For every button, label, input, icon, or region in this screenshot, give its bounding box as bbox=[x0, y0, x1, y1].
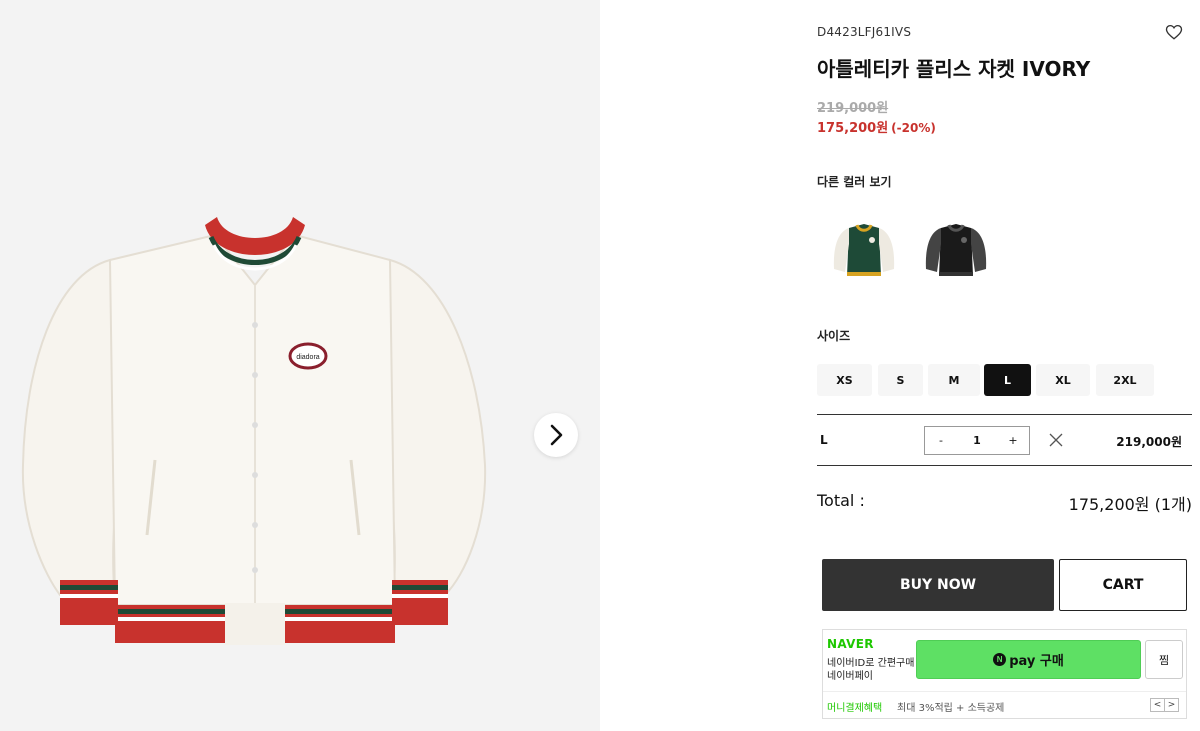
total-label: Total : bbox=[817, 491, 865, 510]
quantity-decrease-button[interactable]: - bbox=[925, 427, 957, 454]
size-option-l[interactable]: L bbox=[984, 364, 1031, 396]
product-sku: D4423LFJ61IVS bbox=[817, 25, 912, 39]
quantity-stepper: - 1 + bbox=[924, 426, 1030, 455]
size-option-m[interactable]: M bbox=[928, 364, 980, 396]
sale-price-line: 175,200원 (-20%) bbox=[817, 117, 936, 136]
option-price: 219,000원 bbox=[1116, 435, 1182, 449]
quantity-increase-button[interactable]: + bbox=[997, 427, 1029, 454]
size-option-xs[interactable]: XS bbox=[817, 364, 872, 396]
color-swatch-green[interactable] bbox=[829, 214, 899, 284]
selected-size: L bbox=[820, 433, 828, 447]
zzim-button[interactable]: 찜 bbox=[1145, 640, 1183, 679]
jacket-body bbox=[108, 233, 397, 606]
other-colors-label: 다른 컬러 보기 bbox=[817, 175, 892, 189]
benefit-next-button[interactable]: > bbox=[1164, 698, 1179, 712]
quantity-value[interactable]: 1 bbox=[957, 427, 997, 454]
original-price: 219,000원 bbox=[817, 101, 889, 116]
divider bbox=[823, 691, 1186, 692]
size-option-xl[interactable]: XL bbox=[1036, 364, 1090, 396]
close-icon[interactable] bbox=[1048, 432, 1064, 448]
sale-price: 175,200원 bbox=[817, 121, 889, 136]
naver-pay-label: pay 구매 bbox=[1009, 654, 1064, 669]
naver-logo: NAVER bbox=[827, 637, 874, 651]
size-label: 사이즈 bbox=[817, 329, 851, 343]
naver-pay-desc-2: 네이버페이 bbox=[827, 671, 873, 682]
product-title: 아틀레티카 플리스 자켓 IVORY bbox=[817, 57, 1091, 81]
product-image-gallery: diadora bbox=[0, 0, 600, 731]
next-image-button[interactable] bbox=[534, 413, 578, 457]
color-swatch-black[interactable] bbox=[921, 214, 991, 284]
naver-pay-button[interactable]: N pay 구매 bbox=[916, 640, 1141, 679]
size-option-2xl[interactable]: 2XL bbox=[1096, 364, 1154, 396]
product-info-panel: D4423LFJ61IVS 아틀레티카 플리스 자켓 IVORY 219,000… bbox=[817, 0, 1192, 731]
naver-pay-box: NAVER 네이버ID로 간편구매 네이버페이 N pay 구매 찜 머니결제혜… bbox=[822, 629, 1187, 719]
product-image: diadora bbox=[21, 217, 487, 645]
heart-icon[interactable] bbox=[1165, 23, 1183, 41]
cart-button[interactable]: CART bbox=[1059, 559, 1187, 611]
selected-option-row: L - 1 + 219,000원 bbox=[817, 414, 1192, 466]
discount-rate: (-20%) bbox=[891, 121, 936, 135]
npay-n-icon: N bbox=[993, 653, 1007, 666]
chevron-right-icon bbox=[550, 424, 563, 446]
benefit-label: 머니결제혜택 bbox=[827, 703, 883, 714]
benefit-prev-button[interactable]: < bbox=[1150, 698, 1165, 712]
buy-now-button[interactable]: BUY NOW bbox=[822, 559, 1054, 611]
benefit-description: 최대 3%적립 + 소득공제 bbox=[897, 703, 1005, 714]
svg-text:diadora: diadora bbox=[296, 354, 319, 361]
total-value: 175,200원 (1개) bbox=[1068, 495, 1192, 514]
size-option-s[interactable]: S bbox=[878, 364, 923, 396]
